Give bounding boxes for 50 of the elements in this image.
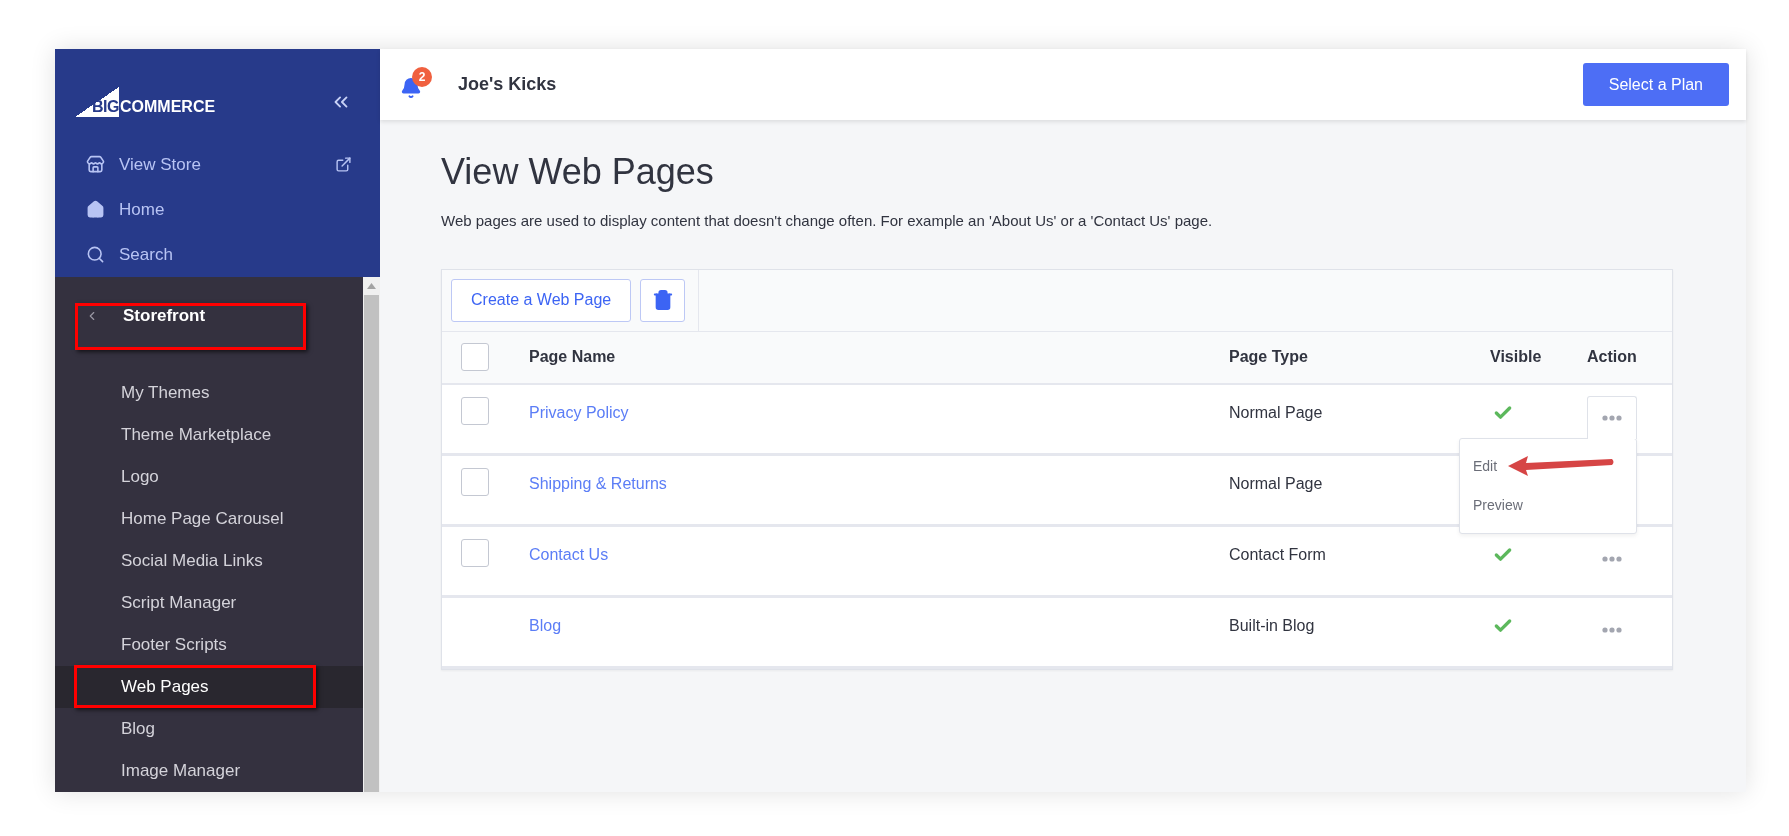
nav-item[interactable]: View Store <box>55 142 380 187</box>
ellipsis-icon <box>1602 627 1622 633</box>
sidebar-item[interactable]: Theme Marketplace <box>55 414 363 456</box>
menu-item[interactable]: Edit <box>1460 446 1636 486</box>
create-page-button[interactable]: Create a Web Page <box>451 278 632 322</box>
table-cell: Normal Page <box>1229 474 1323 492</box>
column-header: Page Type <box>1229 347 1309 367</box>
ellipsis-icon <box>1602 556 1622 562</box>
more-actions-button[interactable] <box>1587 395 1637 439</box>
sidebar-item[interactable]: Logo <box>55 456 363 498</box>
delete-button[interactable] <box>640 278 686 322</box>
search-icon <box>86 245 105 264</box>
ellipsis-icon <box>1602 414 1622 421</box>
page-name-link[interactable]: Shipping & Returns <box>529 474 667 492</box>
logo-name: COMMERCE <box>119 98 216 117</box>
home-icon <box>86 200 105 219</box>
sidebar-item[interactable]: Script Manager <box>55 582 363 624</box>
table-cell: Contact Form <box>1229 545 1326 563</box>
section-title[interactable]: Storefront <box>123 302 206 329</box>
page-name-link[interactable]: Contact Us <box>529 545 609 563</box>
sidebar-item[interactable]: Footer Scripts <box>55 624 363 666</box>
sidebar-item[interactable]: Image Manager <box>55 750 363 792</box>
checkbox[interactable] <box>461 538 489 567</box>
sidebar-item[interactable]: Social Media Links <box>55 540 363 582</box>
external-link-icon <box>335 156 352 173</box>
store-icon <box>86 155 105 174</box>
trash-icon <box>651 289 674 311</box>
checkbox[interactable] <box>461 396 489 425</box>
checkbox[interactable] <box>461 467 489 496</box>
sidebar-item[interactable]: Web Pages <box>55 666 363 708</box>
sidebar-item[interactable]: Blog <box>55 708 363 750</box>
page-name-link[interactable]: Blog <box>529 616 562 634</box>
table-cell: Normal Page <box>1229 403 1323 421</box>
nav-item[interactable]: Search <box>55 232 380 277</box>
menu-item[interactable]: Preview <box>1460 485 1636 525</box>
column-header: Visible <box>1490 347 1543 367</box>
store-name: Joe's Kicks <box>458 73 557 96</box>
column-header: Action <box>1587 347 1637 367</box>
sidebar-item[interactable]: Home Page Carousel <box>55 498 363 540</box>
page-title: View Web Pages <box>441 150 715 194</box>
notification-badge: 2 <box>412 66 432 87</box>
checkbox[interactable] <box>461 343 489 371</box>
sidebar-item[interactable]: My Themes <box>55 372 363 414</box>
page-description: Web pages are used to display content that doesn't change often. For example an 'About Us' or a 'Contact Us' page. <box>441 211 1214 231</box>
scroll-up-icon[interactable] <box>367 283 376 289</box>
column-header: Page Name <box>529 347 617 367</box>
select-plan-button[interactable]: Select a Plan <box>1582 63 1729 106</box>
page-name-link[interactable]: Privacy Policy <box>529 403 629 421</box>
nav-item[interactable]: Home <box>55 187 380 232</box>
table-cell: Built-in Blog <box>1229 616 1315 634</box>
